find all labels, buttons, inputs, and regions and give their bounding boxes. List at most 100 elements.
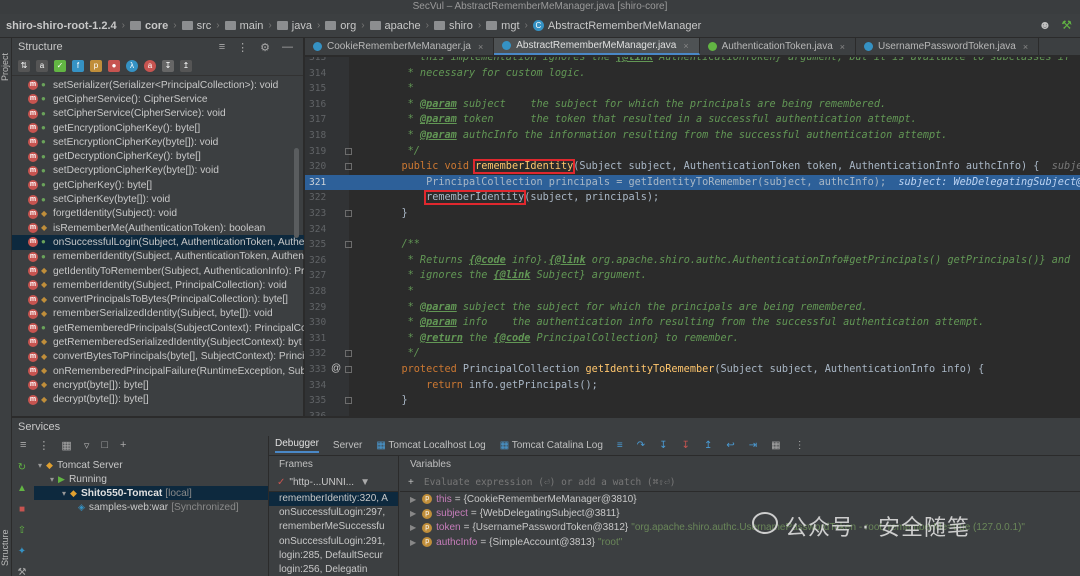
thread-selector[interactable]: ✓ "http-...UNNI... ▼ xyxy=(269,474,398,492)
structure-item[interactable]: m ◆ getRememberedSerializedIdentity(Subjec… xyxy=(12,335,304,349)
close-icon[interactable]: × xyxy=(478,42,483,52)
deploy-icon[interactable]: ⇧ xyxy=(18,525,26,536)
breadcrumb-item[interactable]: core › xyxy=(129,20,182,32)
breadcrumb-item[interactable]: C AbstractRememberMeManager xyxy=(532,20,701,32)
structure-scrollbar[interactable] xyxy=(294,148,299,238)
autoscroll-to-source-icon[interactable]: ↧ xyxy=(162,59,174,72)
user-icon[interactable]: ☻ xyxy=(1039,18,1052,32)
service-tree-node[interactable]: ▾ ◆ Shito550-Tomcat [local] xyxy=(34,486,268,500)
chevron-down-icon[interactable]: ▾ xyxy=(62,489,66,498)
minimize-icon[interactable]: — xyxy=(282,41,293,54)
collapse-all-icon[interactable]: ≡ xyxy=(219,41,225,54)
structure-item[interactable]: m ◆ isRememberMe(AuthenticationToken): boo… xyxy=(12,221,304,235)
breadcrumb-item[interactable]: shiro-shiro-root-1.2.4 › xyxy=(6,20,130,32)
expand-all-icon[interactable]: ⋮ xyxy=(237,41,248,54)
breadcrumb-item[interactable]: org › xyxy=(325,20,369,32)
show-fields-icon[interactable]: f xyxy=(72,59,84,72)
structure-tool-tab[interactable]: Structure xyxy=(0,522,12,574)
chevron-right-icon[interactable]: ▶ xyxy=(410,538,416,547)
editor-tab[interactable]: AuthenticationToken.java × xyxy=(700,38,857,55)
chevron-right-icon[interactable]: ▶ xyxy=(410,523,416,532)
structure-item[interactable]: m ● setDecryptionCipherKey(byte[]): void xyxy=(12,164,304,178)
show-non-public-icon[interactable]: ● xyxy=(108,59,120,72)
code-editor[interactable]: @ 313 * this implementation ignores the … xyxy=(305,57,1080,416)
show-lambdas-icon[interactable]: λ xyxy=(126,59,138,72)
close-icon[interactable]: × xyxy=(1023,42,1028,52)
debug-icon[interactable]: ▲ xyxy=(17,483,27,494)
more-icon[interactable]: ⋮ xyxy=(795,440,805,451)
stack-frame[interactable]: login:256, Delegatin xyxy=(269,563,398,576)
structure-item[interactable]: m ● setSerializer(Serializer<PrincipalColl… xyxy=(12,78,304,92)
chevron-down-icon[interactable]: ▾ xyxy=(50,475,54,484)
structure-item[interactable]: m ● setCipherService(CipherService): void xyxy=(12,107,304,121)
stack-frame[interactable]: onSuccessfulLogin:297, xyxy=(269,506,398,520)
step-out-icon[interactable]: ↥ xyxy=(704,440,712,451)
structure-item[interactable]: m ● onSuccessfulLogin(Subject, Authenticat… xyxy=(12,235,304,250)
add-service-icon[interactable]: + xyxy=(120,439,126,451)
deploy-all-icon[interactable]: ✦ xyxy=(18,546,26,557)
structure-item[interactable]: m ◆ onRememberedPrincipalFailure(RuntimeEx… xyxy=(12,364,304,378)
structure-item[interactable]: m ◆ getIdentityToRemember(Subject, Authent… xyxy=(12,264,304,278)
sort-alpha-icon[interactable]: a xyxy=(36,59,48,72)
show-properties-icon[interactable]: p xyxy=(90,59,102,72)
variable-row[interactable]: ▶ p this = {CookieRememberMeManager@3810} xyxy=(400,492,1080,506)
structure-item[interactable]: m ◆ convertPrincipalsToBytes(PrincipalColl… xyxy=(12,292,304,306)
editor-tab[interactable]: CookieRememberMeManager.ja × xyxy=(305,38,495,55)
watch-input[interactable]: + Evaluate expression (⏎) or add a watch… xyxy=(400,474,1080,492)
tab-debugger[interactable]: Debugger xyxy=(275,438,319,453)
project-tool-tab[interactable]: Project xyxy=(0,42,12,92)
chevron-right-icon[interactable]: ▶ xyxy=(410,509,416,518)
structure-item[interactable]: m ◆ encrypt(byte[]): byte[] xyxy=(12,378,304,392)
tab-catalina-log[interactable]: ▦ Tomcat Catalina Log xyxy=(500,440,603,451)
structure-item[interactable]: m ● getRememberedPrincipals(SubjectContext… xyxy=(12,321,304,335)
new-tab-icon[interactable]: □ xyxy=(101,439,108,451)
autoscroll-from-source-icon[interactable]: ↥ xyxy=(180,59,192,72)
structure-item[interactable]: m ◆ forgetIdentity(Subject): void xyxy=(12,207,304,221)
chevron-right-icon[interactable]: ▶ xyxy=(410,495,416,504)
breadcrumb-item[interactable]: mgt › xyxy=(486,20,533,32)
structure-item[interactable]: m ● getCipherKey(): byte[] xyxy=(12,178,304,192)
show-anonymous-icon[interactable]: a xyxy=(144,59,156,72)
structure-item[interactable]: m ● getCipherService(): CipherService xyxy=(12,92,304,106)
stack-frame[interactable]: rememberMeSuccessfu xyxy=(269,520,398,534)
hammer-icon[interactable]: ⚒ xyxy=(1061,18,1072,32)
service-tree-node[interactable]: ◈ samples-web:war [Synchronized] xyxy=(34,500,268,514)
stack-frame[interactable]: onSuccessfulLogin:291, xyxy=(269,535,398,549)
breadcrumb-item[interactable]: main › xyxy=(224,20,277,32)
service-tree-node[interactable]: ▾ ▶ Running xyxy=(34,472,268,486)
rerun-icon[interactable]: ↻ xyxy=(18,462,26,473)
tab-localhost-log[interactable]: ▦ Tomcat Localhost Log xyxy=(376,440,485,451)
force-step-into-icon[interactable]: ↧ xyxy=(682,440,690,451)
wrench-icon[interactable]: ⚒ xyxy=(18,567,27,576)
breadcrumb-item[interactable]: java › xyxy=(276,20,326,32)
step-over-icon[interactable]: ↷ xyxy=(637,440,645,451)
breadcrumb-item[interactable]: src › xyxy=(181,20,225,32)
sort-visibility-icon[interactable]: ⇅ xyxy=(18,59,30,72)
step-into-icon[interactable]: ↧ xyxy=(659,440,667,451)
structure-item[interactable]: m ◆ rememberSerializedIdentity(Subject, by… xyxy=(12,307,304,321)
stop-icon[interactable]: ■ xyxy=(19,504,25,515)
structure-item[interactable]: m ◆ convertBytesToPrincipals(byte[], Subje… xyxy=(12,350,304,364)
structure-item[interactable]: m ● getDecryptionCipherKey(): byte[] xyxy=(12,149,304,163)
structure-item[interactable]: m ◆ rememberIdentity(Subject, PrincipalCol… xyxy=(12,278,304,292)
editor-tab[interactable]: UsernamePasswordToken.java × xyxy=(856,38,1040,55)
filter-icon[interactable]: ▼ xyxy=(360,477,370,488)
drop-frame-icon[interactable]: ↩ xyxy=(726,440,734,451)
show-execution-point-icon[interactable]: ≡ xyxy=(617,440,623,451)
show-inherited-icon[interactable]: ✓ xyxy=(54,59,66,72)
collapse-all-icon[interactable]: ⋮ xyxy=(38,439,49,452)
service-tree-node[interactable]: ▾ ◆ Tomcat Server xyxy=(34,458,268,472)
breadcrumb-item[interactable]: shiro › xyxy=(433,20,486,32)
chevron-down-icon[interactable]: ▾ xyxy=(38,461,42,470)
close-icon[interactable]: × xyxy=(840,42,845,52)
variable-row[interactable]: ▶ p subject = {WebDelegatingSubject@3811} xyxy=(400,506,1080,520)
structure-item[interactable]: m ● setEncryptionCipherKey(byte[]): void xyxy=(12,135,304,149)
expand-all-icon[interactable]: ≡ xyxy=(20,439,26,451)
structure-item[interactable]: m ● getEncryptionCipherKey(): byte[] xyxy=(12,121,304,135)
structure-item[interactable]: m ● rememberIdentity(Subject, Authenticati… xyxy=(12,250,304,264)
variable-row[interactable]: ▶ p token = {UsernamePasswordToken@3812} "org… xyxy=(400,521,1080,535)
close-icon[interactable]: × xyxy=(683,41,688,51)
stack-frame[interactable]: rememberIdentity:320, A xyxy=(269,492,398,507)
variable-row[interactable]: ▶ p authcInfo = {SimpleAccount@3813} "root" xyxy=(400,535,1080,549)
run-to-cursor-icon[interactable]: ⇥ xyxy=(749,440,757,451)
